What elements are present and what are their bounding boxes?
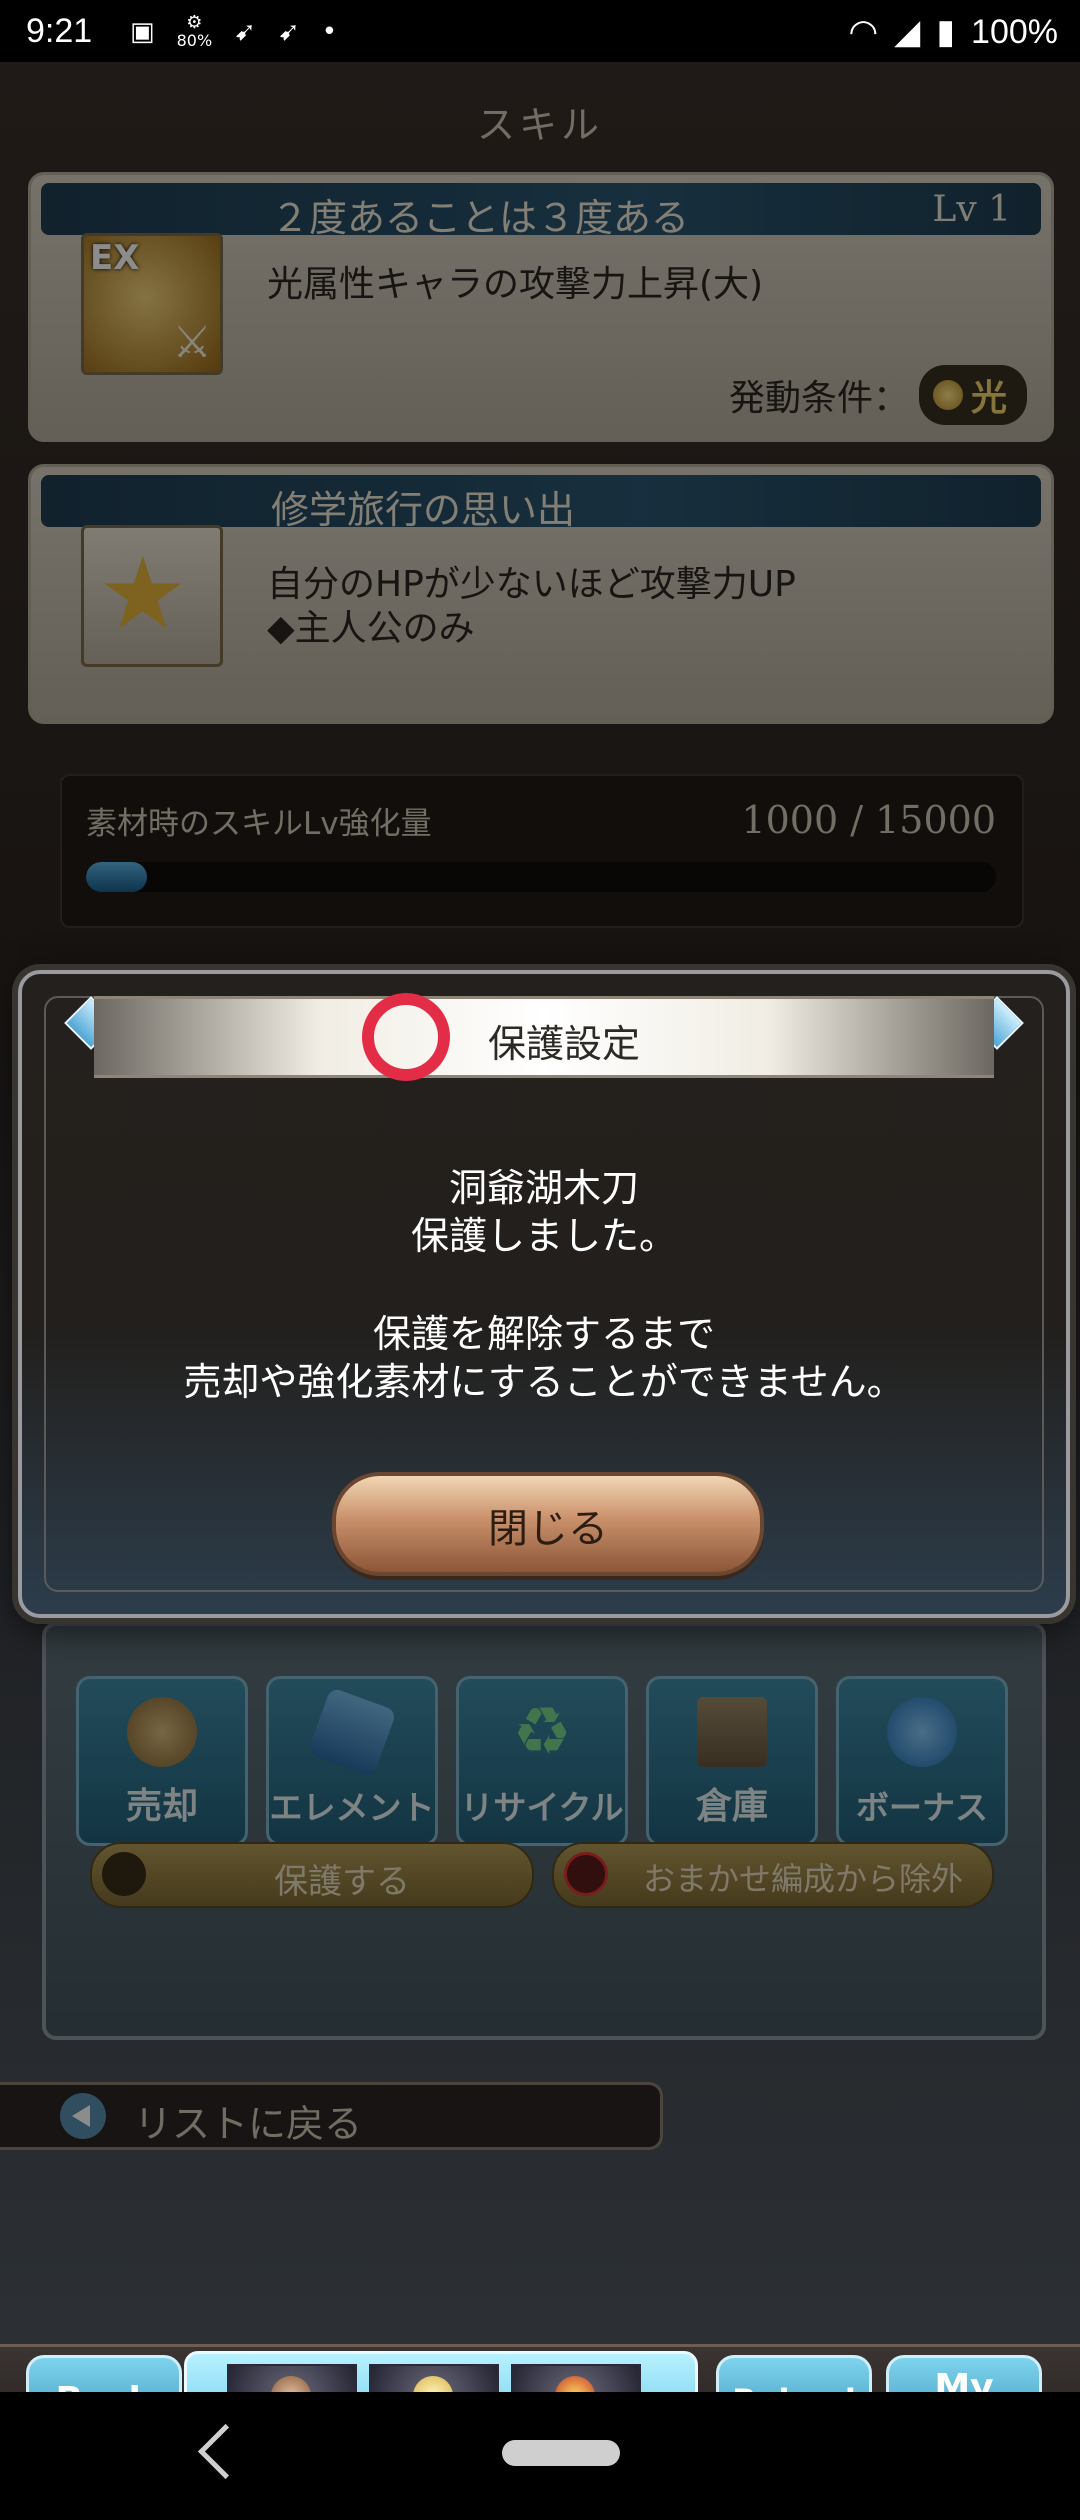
game-icon: ➹ (277, 17, 300, 47)
star-icon: ★ (98, 535, 188, 652)
item-shortcut[interactable]: 35 (511, 2364, 641, 2392)
skill-description: 光属性キャラの攻撃力上昇(大) (267, 264, 764, 305)
dialog-message-note1: 保護を解除するまで (372, 1312, 715, 1356)
game-nav-bar: Back 13 10 35 Reload My page (0, 2344, 1080, 2392)
lock-icon (102, 1852, 146, 1896)
storage-button[interactable]: 倉庫 (646, 1676, 818, 1846)
battery-saver-level: 80% (176, 31, 213, 50)
skill-lv-progress-box: 素材時のスキルLv強化量 1000 / 15000 (60, 774, 1024, 928)
exclude-label: おまかせ編成から除外 (642, 1860, 963, 1898)
close-button[interactable]: 閉じる (332, 1472, 764, 1576)
dialog-message-note2: 売却や強化素材にすることができません。 (183, 1360, 905, 1404)
prohibited-icon (564, 1852, 608, 1896)
item-icon (271, 2376, 311, 2392)
skill-level: Lv 1 (932, 189, 1011, 230)
skill-card-1: ２度あることは３度ある Lv 1 EX ⚔ 光属性キャラの攻撃力上昇(大) 発動… (28, 172, 1054, 442)
dialog-message-protected: 保護しました。 (410, 1214, 677, 1258)
battery-icon: ▮ (936, 13, 956, 51)
item-shortcut[interactable]: 10 (369, 2364, 499, 2392)
nav-reload-button[interactable]: Reload (716, 2355, 872, 2392)
skill-name: ２度あることは３度ある (271, 196, 690, 240)
nav-back-label: Back (29, 2383, 179, 2393)
dialog-item-name: 洞爺湖木刀 (448, 1166, 639, 1210)
action-panel: 売却 エレメント ♻ リサイクル 倉庫 ボーナス (42, 1622, 1046, 2040)
game-screen: スキル ２度あることは３度ある Lv 1 EX ⚔ 光属性キャラの攻撃力上昇(大… (0, 62, 1080, 2392)
bonus-icon (887, 1697, 957, 1767)
condition-label: 発動条件： (728, 378, 909, 419)
notification-icons: ▣ ⚙ 80% ➹ ➹ • (130, 14, 337, 50)
status-time: 9:21 (26, 12, 93, 50)
storage-label: 倉庫 (695, 1786, 768, 1827)
nav-back-button[interactable]: Back (26, 2355, 182, 2392)
back-to-list-button[interactable]: リストに戻る (0, 2082, 663, 2150)
image-icon: ▣ (130, 17, 155, 47)
skill-lv-bar (86, 862, 996, 892)
ex-badge: EX (90, 238, 140, 278)
system-icons: ◠ ◢ ▮ 100% (848, 12, 1058, 52)
sell-icon (127, 1697, 197, 1767)
condition-value: 光 (970, 378, 1007, 419)
bonus-button[interactable]: ボーナス (836, 1676, 1008, 1846)
exclude-from-auto-button[interactable]: おまかせ編成から除外 (552, 1842, 994, 1908)
star-skill-icon: ★ (81, 525, 223, 667)
dot-icon: • (321, 17, 338, 47)
light-element-badge: 光 (918, 365, 1027, 425)
item-icon (555, 2376, 595, 2392)
nav-mypage-button[interactable]: My page (886, 2355, 1042, 2392)
skill-lv-bar-fill (86, 862, 147, 892)
protect-button[interactable]: 保護する (90, 1842, 534, 1908)
system-back-icon[interactable] (197, 2423, 254, 2480)
system-home-pill[interactable] (502, 2440, 620, 2466)
sell-button[interactable]: 売却 (76, 1676, 248, 1846)
game-icon: ➹ (234, 17, 256, 47)
back-arrow-icon (60, 2093, 106, 2139)
element-icon (307, 1687, 397, 1777)
skill-description: 自分のHPが少ないほど攻撃力UP ◆主人公のみ (267, 563, 796, 651)
element-button[interactable]: エレメント (266, 1676, 438, 1846)
battery-saver-icon: ⚙ 80% (176, 12, 213, 50)
sell-label: 売却 (125, 1786, 198, 1827)
protect-label: 保護する (274, 1862, 410, 1902)
bonus-label: ボーナス (856, 1788, 988, 1827)
recycle-label: リサイクル (460, 1788, 624, 1827)
item-shortcut[interactable]: 13 (227, 2364, 357, 2392)
battery-percent: 100% (971, 12, 1058, 51)
skill-description-line1: 自分のHPが少ないほど攻撃力UP (267, 564, 796, 605)
item-shortcuts: 13 10 35 (184, 2351, 698, 2392)
activation-condition: 発動条件： 光 (729, 365, 1027, 425)
recycle-icon: ♻ (512, 1693, 572, 1770)
nav-mypage-label: My page (889, 2367, 1039, 2393)
nav-reload-label: Reload (719, 2384, 869, 2392)
element-label: エレメント (269, 1788, 435, 1827)
skill-name: 修学旅行の思い出 (271, 488, 576, 532)
skills-title: スキル (476, 103, 603, 147)
wifi-icon: ◠ (848, 13, 879, 51)
back-to-list-label: リストに戻る (134, 2102, 363, 2146)
dialog-title: 保護設定 (487, 1022, 640, 1066)
storage-icon (697, 1697, 767, 1767)
protection-dialog: 保護設定 洞爺湖木刀 保護しました。 保護を解除するまで 売却や強化素材にするこ… (18, 970, 1070, 1618)
recycle-button[interactable]: ♻ リサイクル (456, 1676, 628, 1846)
system-nav-bar (0, 2392, 1080, 2520)
skill-card-2: 修学旅行の思い出 ★ 自分のHPが少ないほど攻撃力UP ◆主人公のみ (28, 464, 1054, 724)
dialog-title-banner: 保護設定 (94, 993, 994, 1081)
ex-skill-icon: EX ⚔ (81, 233, 223, 375)
skill-lv-count: 1000 / 15000 (741, 798, 996, 842)
sword-icon: ⚔ (172, 317, 212, 368)
signal-icon: ◢ (894, 13, 921, 51)
skill-lv-label: 素材時のスキルLv強化量 (86, 806, 432, 842)
close-label: 閉じる (488, 1506, 608, 1552)
skill-description-line2: ◆主人公のみ (267, 608, 475, 649)
status-bar: 9:21 ▣ ⚙ 80% ➹ ➹ • ◠ ◢ ▮ 100% (0, 0, 1080, 62)
light-element-icon (932, 380, 963, 410)
nav-mypage-line1: My (934, 2367, 994, 2393)
item-icon (413, 2376, 453, 2392)
